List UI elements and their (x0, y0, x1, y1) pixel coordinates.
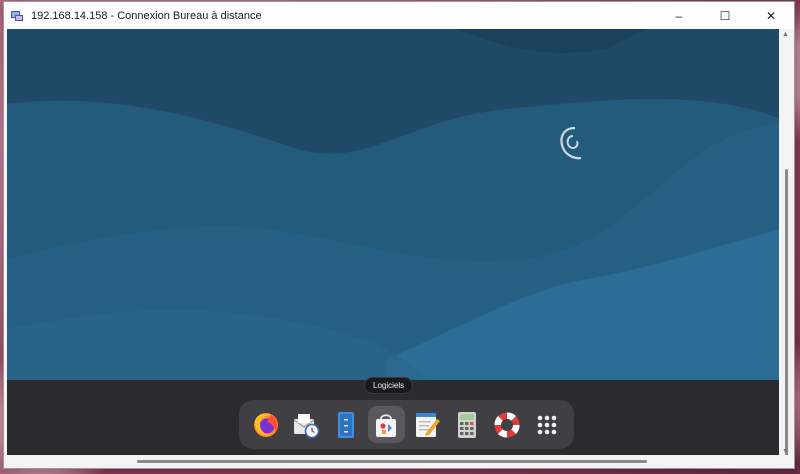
maximize-button[interactable]: ☐ (702, 2, 748, 29)
window-title: 192.168.14.158 - Connexion Bureau à dist… (31, 9, 262, 22)
scroll-down-arrow-icon[interactable]: ▼ (782, 448, 789, 455)
window-controls: – ☐ ✕ (656, 2, 794, 29)
minimize-button[interactable]: – (656, 2, 702, 29)
remote-desktop-icon (11, 10, 23, 21)
title-bar[interactable]: 192.168.14.158 - Connexion Bureau à dist… (4, 2, 794, 29)
debian-swirl-logo (560, 126, 582, 160)
remote-screen[interactable]: Logiciels (7, 29, 781, 457)
text-editor-icon (415, 412, 440, 437)
dock-item-text-editor[interactable] (408, 406, 445, 443)
firefox-icon (253, 412, 278, 437)
files-icon (338, 411, 355, 438)
dock-item-firefox[interactable] (247, 406, 284, 443)
remote-desktop-window: 192.168.14.158 - Connexion Bureau à dist… (3, 1, 795, 469)
mail-clock-icon (293, 413, 320, 438)
dock (239, 400, 574, 449)
dock-tooltip: Logiciels (364, 377, 414, 394)
dock-item-calculator[interactable] (448, 406, 485, 443)
scroll-up-arrow-icon[interactable]: ▲ (782, 31, 789, 38)
dock-item-help[interactable] (489, 406, 526, 443)
dock-item-files[interactable] (328, 406, 365, 443)
dock-item-software[interactable] (367, 406, 405, 443)
vertical-scroll-thumb[interactable] (785, 169, 788, 459)
vertical-scrollbar[interactable]: ▲ ▼ (779, 29, 794, 459)
calculator-icon (457, 411, 476, 438)
horizontal-scrollbar[interactable] (4, 455, 794, 468)
horizontal-scroll-thumb[interactable] (137, 460, 647, 463)
dock-item-evolution[interactable] (287, 406, 324, 443)
app-grid-icon (538, 415, 557, 434)
close-button[interactable]: ✕ (748, 2, 794, 29)
software-store-icon (376, 413, 397, 437)
help-lifebuoy-icon (494, 411, 520, 438)
dock-item-app-grid[interactable] (529, 406, 566, 443)
